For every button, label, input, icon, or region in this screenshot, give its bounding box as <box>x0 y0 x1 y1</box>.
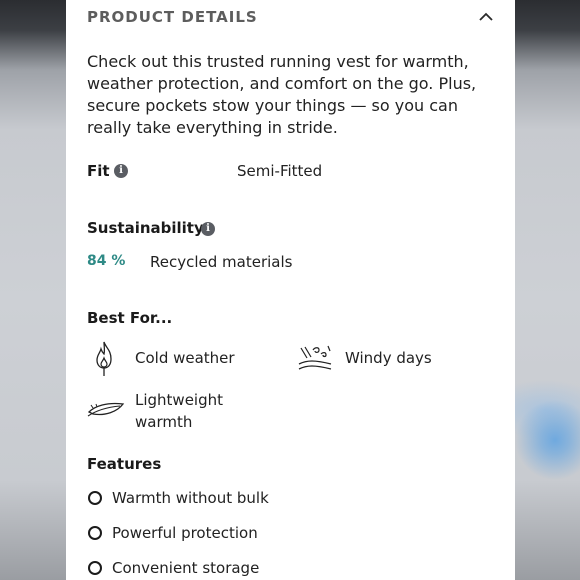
flame-icon <box>96 341 112 376</box>
best-for-lightweight-line1: Lightweight <box>135 391 224 409</box>
product-description: Check out this trusted running vest for … <box>87 52 477 137</box>
feature-text: Convenient storage <box>112 559 260 577</box>
feature-bullet-icon <box>88 526 102 540</box>
features-label: Features <box>87 455 162 473</box>
feature-bullet-icon <box>88 561 102 575</box>
accordion-header[interactable]: PRODUCT DETAILS <box>87 8 495 28</box>
best-for-windy-days: Windy days <box>345 349 432 367</box>
recycled-percent: 84 % <box>87 253 126 269</box>
fit-value: Semi-Fitted <box>237 162 323 180</box>
sustainability-label: Sustainability <box>87 219 204 237</box>
best-for-lightweight-line2: warmth <box>135 413 193 431</box>
feather-icon <box>87 402 125 417</box>
fit-info-icon[interactable]: i <box>114 164 128 178</box>
feature-bullet-icon <box>88 491 102 505</box>
wind-icon <box>298 345 332 370</box>
section-title: PRODUCT DETAILS <box>87 8 258 26</box>
recycled-materials-label: Recycled materials <box>150 253 293 271</box>
best-for-label: Best For... <box>87 309 173 327</box>
feature-text: Warmth without bulk <box>112 489 269 507</box>
sustainability-info-icon[interactable]: i <box>201 222 215 236</box>
best-for-cold-weather: Cold weather <box>135 349 235 367</box>
best-for-lightweight-warmth: Lightweight warmth <box>135 389 223 433</box>
feature-text: Powerful protection <box>112 524 258 542</box>
chevron-up-icon[interactable] <box>479 12 493 21</box>
fit-label: Fit <box>87 162 110 180</box>
product-details-panel: PRODUCT DETAILS Check out this trusted r… <box>66 0 515 580</box>
